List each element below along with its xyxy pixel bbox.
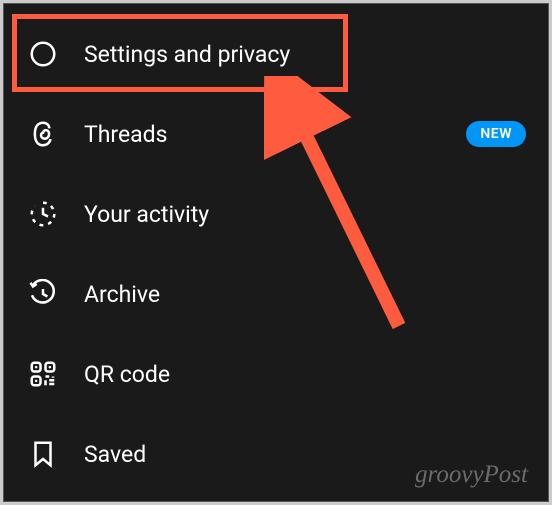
- menu-panel: Settings and privacy Threads NEW Your ac…: [3, 3, 549, 502]
- menu-item-label: Settings and privacy: [84, 41, 526, 68]
- gear-icon: [26, 37, 60, 71]
- menu-item-label: QR code: [84, 361, 526, 388]
- new-badge: NEW: [466, 121, 526, 147]
- activity-icon: [26, 197, 60, 231]
- menu-list: Settings and privacy Threads NEW Your ac…: [4, 4, 548, 494]
- bookmark-icon: [26, 437, 60, 471]
- qr-icon: [26, 357, 60, 391]
- menu-item-label: Your activity: [84, 201, 526, 228]
- menu-item-archive[interactable]: Archive: [4, 254, 548, 334]
- menu-item-label: Saved: [84, 441, 526, 468]
- menu-item-your-activity[interactable]: Your activity: [4, 174, 548, 254]
- menu-item-qr-code[interactable]: QR code: [4, 334, 548, 414]
- menu-item-settings-privacy[interactable]: Settings and privacy: [4, 14, 548, 94]
- archive-icon: [26, 277, 60, 311]
- threads-icon: [26, 117, 60, 151]
- menu-item-saved[interactable]: Saved: [4, 414, 548, 494]
- menu-item-threads[interactable]: Threads NEW: [4, 94, 548, 174]
- menu-item-label: Archive: [84, 281, 526, 308]
- menu-item-label: Threads: [84, 121, 466, 148]
